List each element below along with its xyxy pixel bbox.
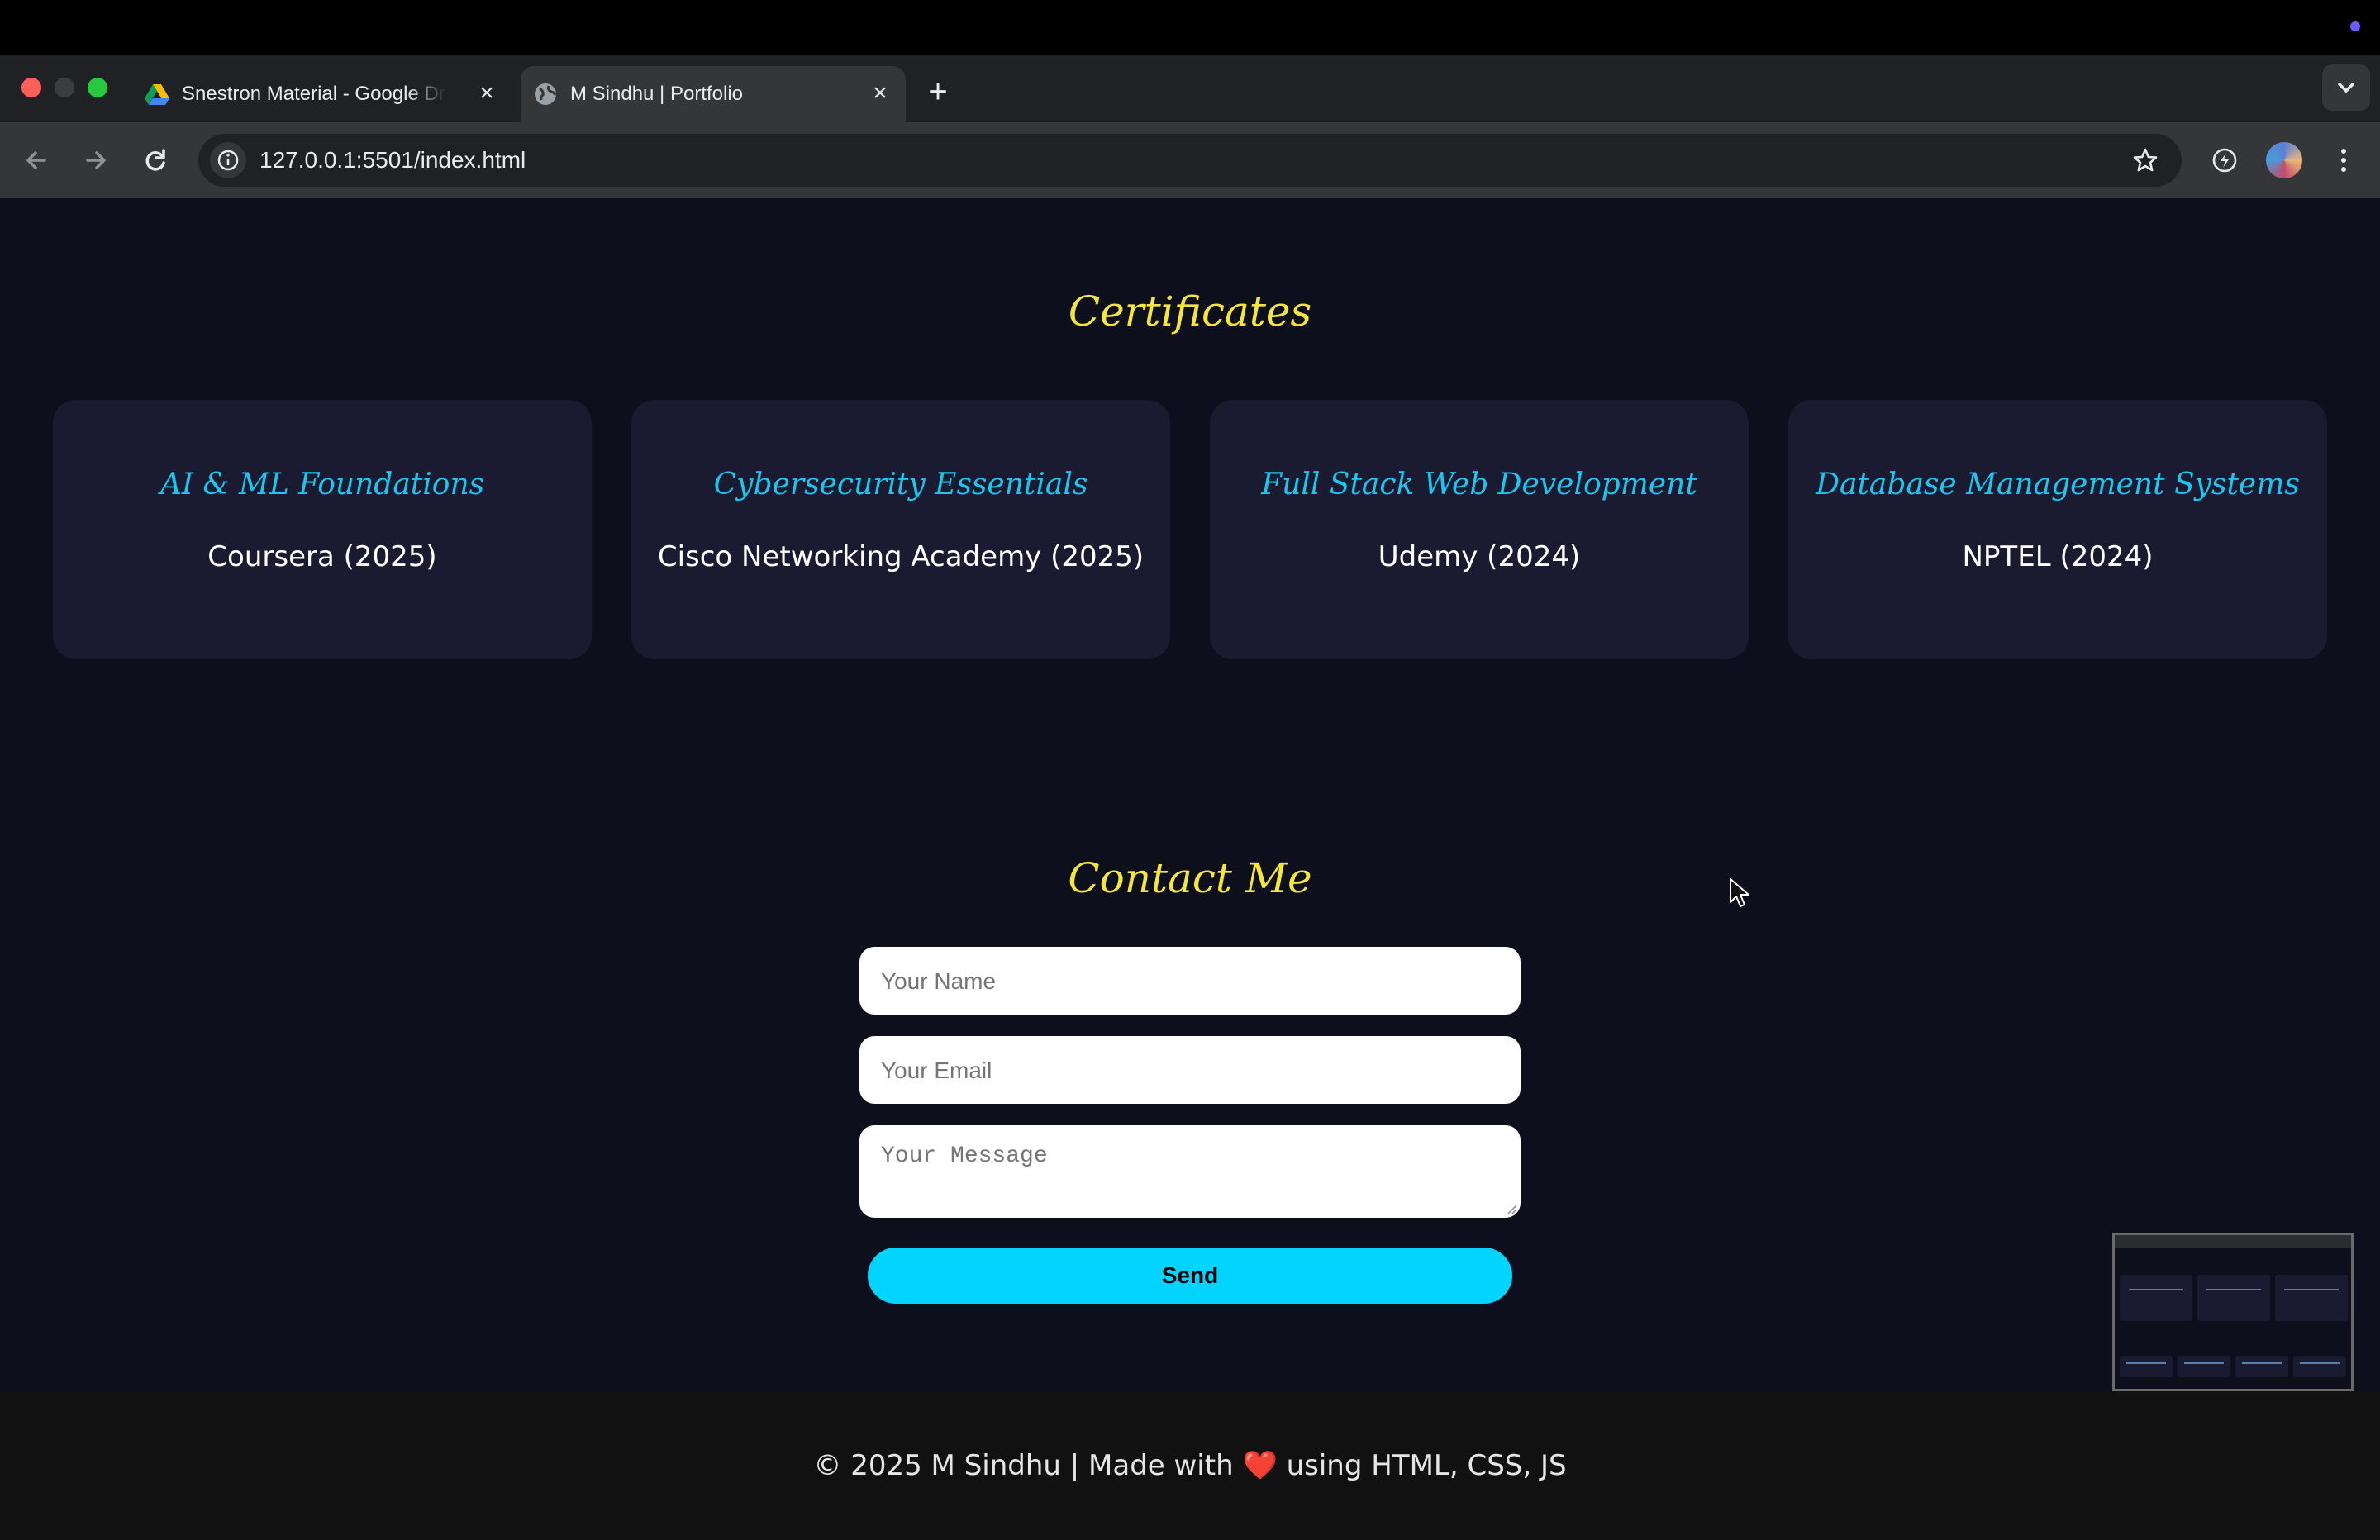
close-window-button[interactable] [21,78,41,97]
bookmark-button[interactable] [2125,140,2165,180]
message-placeholder: Your Message [881,1143,1048,1169]
certificate-issuer: NPTEL (2024) [1962,540,2154,573]
mouse-cursor-icon [1730,878,1749,907]
forward-button[interactable] [74,139,117,182]
url-text: 127.0.0.1:5501/index.html [259,147,526,173]
tab-title: M Sindhu | Portfolio [570,83,744,105]
certificates-heading: Certificates [1068,288,1312,335]
more-vertical-icon [2341,149,2346,172]
certificate-card: Cybersecurity Essentials Cisco Networkin… [631,400,1170,659]
maximize-window-button[interactable] [88,78,107,97]
back-arrow-icon [26,151,46,169]
thumbnail-card [2235,1356,2288,1377]
forward-arrow-icon [86,151,106,169]
certificate-issuer: Udemy (2024) [1378,540,1581,573]
certificate-card: Full Stack Web Development Udemy (2024) [1210,400,1749,659]
tab-title: Snestron Material - Google Drive [182,83,446,105]
email-placeholder: Your Email [881,1058,992,1083]
browser-toolbar: 127.0.0.1:5501/index.html [0,122,2380,198]
globe-icon [535,83,557,105]
energy-saver-icon [2212,148,2237,173]
reload-icon [145,149,165,171]
certificate-card: AI & ML Foundations Coursera (2025) [53,400,592,659]
name-placeholder: Your Name [881,968,997,994]
status-dot-icon [2350,21,2360,31]
thumbnail-card [2120,1356,2173,1377]
site-info-button[interactable] [210,142,246,178]
certificate-issuer: Coursera (2025) [207,540,437,573]
thumbnail-card [2293,1356,2346,1377]
certificate-title: Cybersecurity Essentials [713,468,1088,501]
resize-handle-icon[interactable] [1506,1203,1517,1214]
message-textarea[interactable]: Your Message [859,1125,1521,1218]
certificate-card: Database Management Systems NPTEL (2024) [1788,400,2327,659]
screenshot-thumbnail[interactable] [2112,1233,2354,1391]
page-content: Certificates AI & ML Foundations Courser… [0,198,2380,1540]
footer-text: © 2025 M Sindhu | Made with ❤️ using HTM… [0,1449,2380,1482]
performance-button[interactable] [2203,139,2246,182]
star-icon [2133,148,2158,172]
thumbnail-toolbar [2115,1235,2351,1248]
google-drive-icon [145,84,169,105]
certificate-title: Full Stack Web Development [1261,468,1697,501]
footer-copyright: © 2025 M Sindhu | Made with [813,1449,1243,1482]
certificate-title: Database Management Systems [1816,468,2300,501]
tab-portfolio[interactable]: M Sindhu | Portfolio × [521,66,906,122]
address-bar[interactable]: 127.0.0.1:5501/index.html [198,134,2182,187]
tab-search-button[interactable] [2322,64,2370,111]
footer-tech: using HTML, CSS, JS [1277,1449,1567,1482]
heart-icon: ❤️ [1242,1449,1278,1482]
tab-google-drive[interactable]: Snestron Material - Google Drive × [132,66,512,122]
email-input[interactable]: Your Email [859,1036,1521,1104]
chevron-down-icon [2338,83,2354,93]
close-tab-icon[interactable]: × [473,79,501,107]
menu-bar [0,0,2380,55]
new-tab-button[interactable]: + [919,74,957,112]
tab-strip: Snestron Material - Google Drive × M Sin… [0,55,2380,122]
send-button[interactable]: Send [868,1248,1512,1304]
info-icon [217,150,239,171]
thumbnail-card [2197,1275,2270,1321]
minimize-window-button[interactable] [55,78,74,97]
footer: © 2025 M Sindhu | Made with ❤️ using HTM… [0,1391,2380,1540]
close-tab-icon[interactable]: × [866,79,894,107]
thumbnail-card [2275,1275,2348,1321]
certificate-issuer: Cisco Networking Academy (2025) [657,540,1145,573]
profile-avatar[interactable] [2266,142,2302,178]
browser-menu-button[interactable] [2322,139,2365,182]
back-button[interactable] [15,139,58,182]
name-input[interactable]: Your Name [859,947,1521,1015]
certificate-title: AI & ML Foundations [159,468,485,501]
thumbnail-card [2178,1356,2230,1377]
contact-heading: Contact Me [1068,854,1312,902]
thumbnail-card [2120,1275,2192,1321]
reload-button[interactable] [134,139,177,182]
